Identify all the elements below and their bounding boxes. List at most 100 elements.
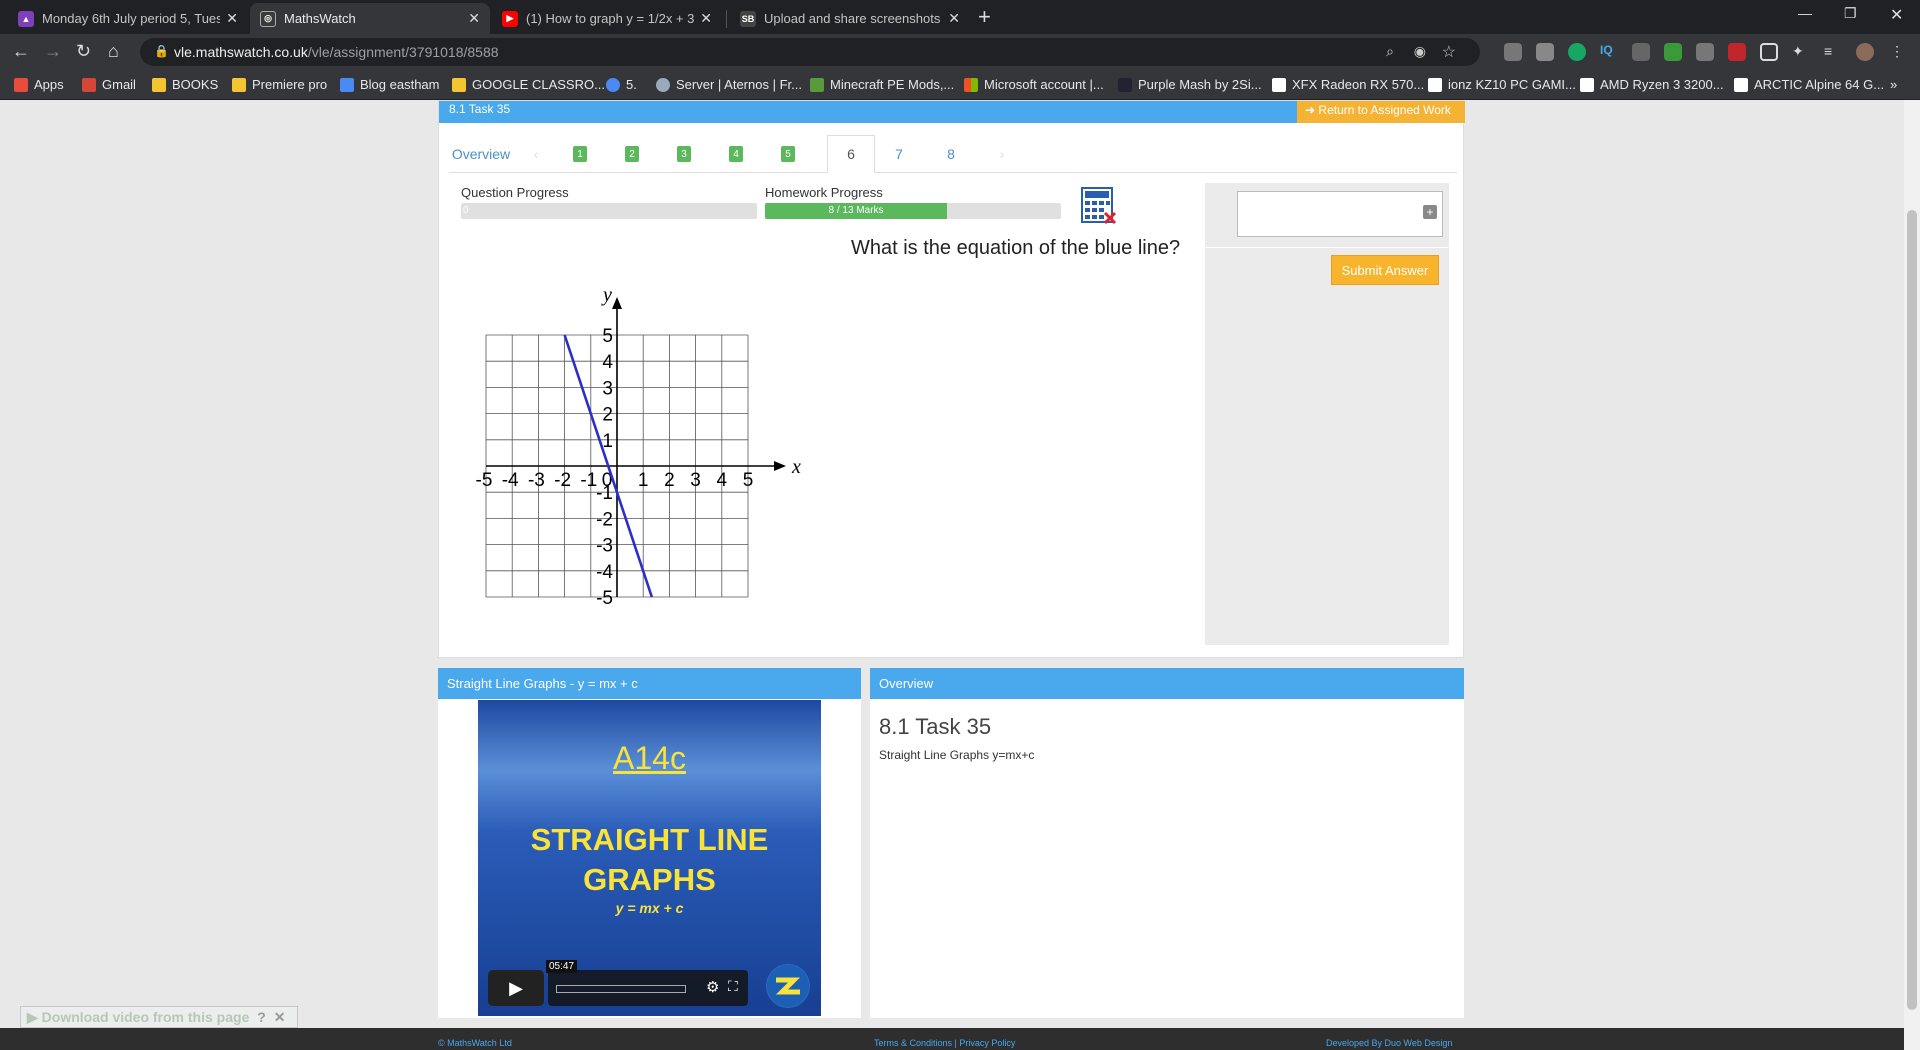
media-icon[interactable]: ≡ bbox=[1824, 43, 1842, 61]
help-icon[interactable]: ? bbox=[257, 1009, 266, 1025]
video-formula: y = mx + c bbox=[615, 900, 684, 916]
bookmark-item[interactable]: Purple Mash by 2Si... bbox=[1118, 77, 1262, 92]
bookmark-folder[interactable]: Premiere pro bbox=[232, 77, 327, 92]
back-icon[interactable]: ← bbox=[12, 41, 30, 62]
puzzle-icon[interactable]: ✦ bbox=[1792, 43, 1810, 61]
address-bar[interactable]: 🔒 vle.mathswatch.co.uk/vle/assignment/37… bbox=[140, 38, 1480, 66]
menu-icon[interactable]: ⋮ bbox=[1890, 43, 1908, 61]
divider bbox=[1205, 247, 1449, 248]
bookmark-item[interactable]: Blog eastham bbox=[340, 77, 440, 92]
minimize-icon[interactable]: — bbox=[1798, 5, 1812, 21]
new-tab-button[interactable]: + bbox=[978, 4, 991, 30]
overview-panel-title: Overview bbox=[870, 668, 1464, 699]
extension-icon[interactable] bbox=[1504, 43, 1522, 61]
forward-icon[interactable]: → bbox=[44, 41, 62, 62]
tab-question-6[interactable]: 6 bbox=[827, 135, 875, 173]
x-tick-label: 4 bbox=[717, 470, 728, 491]
bookmark-item[interactable]: GOOGLE CLASSRO... bbox=[452, 77, 605, 92]
page-content: 8.1 Task 35 ➜ Return to Assigned Work Ov… bbox=[0, 100, 1904, 1050]
bookmark-item[interactable]: ARCTIC Alpine 64 G... bbox=[1734, 77, 1884, 92]
tab-question-7[interactable]: 7 bbox=[889, 135, 909, 173]
tracking-icon[interactable]: ◉ bbox=[1414, 43, 1426, 60]
bookmark-apps[interactable]: Apps bbox=[14, 77, 64, 92]
bookmark-item[interactable]: Minecraft PE Mods,... bbox=[810, 77, 954, 92]
return-to-assigned-work-button[interactable]: ➜ Return to Assigned Work bbox=[1297, 101, 1465, 123]
scrollbar-thumb[interactable] bbox=[1907, 210, 1917, 1010]
aternos-icon bbox=[656, 77, 670, 92]
page-scrollbar[interactable] bbox=[1904, 100, 1920, 1050]
submit-answer-button[interactable]: Submit Answer bbox=[1331, 255, 1439, 285]
x-tick-label: -2 bbox=[554, 470, 571, 491]
restore-icon[interactable]: ❐ bbox=[1844, 5, 1857, 22]
footer-links[interactable]: Terms & Conditions | Privacy Policy bbox=[874, 1038, 1015, 1048]
bookmark-gmail[interactable]: Gmail bbox=[82, 77, 136, 92]
tab-question-3[interactable]: 3 bbox=[677, 135, 691, 173]
browser-tab-title: (1) How to graph y = 1/2x + 3 - Y bbox=[526, 11, 695, 26]
tab-question-4[interactable]: 4 bbox=[729, 135, 743, 173]
footer-developer[interactable]: Developed By Duo Web Design bbox=[1326, 1038, 1452, 1048]
vimeo-logo-icon[interactable] bbox=[766, 964, 810, 1008]
video-player[interactable]: A14c STRAIGHT LINE GRAPHS y = mx + c ▶ 0… bbox=[478, 700, 821, 1016]
reload-icon[interactable]: ↻ bbox=[76, 41, 91, 62]
close-window-icon[interactable]: ✕ bbox=[1890, 5, 1903, 25]
fullscreen-icon[interactable]: ⛶ bbox=[728, 978, 738, 995]
extension-icon[interactable] bbox=[1664, 43, 1682, 61]
bookmarks-overflow-icon[interactable]: » bbox=[1890, 77, 1897, 92]
bookmark-label: Server | Aternos | Fr... bbox=[676, 77, 802, 92]
close-icon[interactable]: ✕ bbox=[274, 1009, 286, 1025]
play-button[interactable]: ▶ bbox=[488, 970, 544, 1006]
tab-question-5[interactable]: 5 bbox=[781, 135, 795, 173]
video-seek-bar[interactable] bbox=[556, 985, 686, 993]
bookmark-item[interactable]: Microsoft account |... bbox=[964, 77, 1104, 92]
browser-tab-title: Monday 6th July period 5, Tuesd bbox=[42, 11, 221, 26]
question-progress-bar: 0 bbox=[461, 203, 757, 219]
zoom-icon[interactable]: ⌕ bbox=[1386, 43, 1394, 60]
bookmark-folder[interactable]: BOOKS bbox=[152, 77, 218, 92]
shield-icon[interactable] bbox=[1632, 43, 1650, 61]
footer-copyright: © MathsWatch Ltd bbox=[438, 1038, 512, 1048]
bookmark-label: Blog eastham bbox=[360, 77, 440, 92]
calculator-icon[interactable] bbox=[1081, 187, 1117, 225]
y-axis-arrow bbox=[612, 297, 622, 309]
camera-icon[interactable] bbox=[1760, 43, 1778, 61]
browser-tab[interactable]: ▲ Monday 6th July period 5, Tuesd ✕ bbox=[8, 3, 248, 34]
adblock-icon[interactable] bbox=[1728, 43, 1746, 61]
extension-icon[interactable] bbox=[1536, 43, 1554, 61]
close-tab-icon[interactable]: ✕ bbox=[468, 10, 480, 27]
answer-input[interactable] bbox=[1237, 191, 1443, 237]
bookmark-item[interactable]: 5. bbox=[606, 77, 637, 92]
close-tab-icon[interactable]: ✕ bbox=[700, 10, 712, 27]
bookmark-item[interactable]: AMD Ryzen 3 3200... bbox=[1580, 77, 1724, 92]
x-tick-label: 1 bbox=[638, 470, 649, 491]
question-progress-value: 0 bbox=[463, 205, 469, 216]
download-video-bar[interactable]: ▶ Download video from this page ? ✕ bbox=[20, 1006, 298, 1028]
close-tab-icon[interactable]: ✕ bbox=[226, 10, 238, 27]
browser-tab[interactable]: ▶ (1) How to graph y = 1/2x + 3 - Y ✕ bbox=[492, 3, 722, 34]
bookmark-item[interactable]: Server | Aternos | Fr... bbox=[656, 77, 802, 92]
x-axis-label: x bbox=[791, 456, 801, 478]
browser-tab[interactable]: SB Upload and share screenshots an ✕ bbox=[730, 3, 970, 34]
tab-question-1[interactable]: 1 bbox=[573, 135, 587, 173]
overview-task-title: 8.1 Task 35 bbox=[879, 714, 992, 739]
amazon-icon bbox=[1272, 77, 1286, 92]
settings-icon[interactable]: ⚙ bbox=[706, 978, 719, 996]
grammarly-icon[interactable] bbox=[1568, 43, 1586, 61]
bookmark-star-icon[interactable]: ☆ bbox=[1442, 42, 1456, 62]
x-tick-label: -3 bbox=[528, 470, 545, 491]
tab-overview[interactable]: Overview bbox=[451, 135, 511, 173]
avatar[interactable] bbox=[1856, 43, 1874, 61]
play-small-icon: ▶ bbox=[27, 1009, 38, 1025]
close-tab-icon[interactable]: ✕ bbox=[948, 10, 960, 27]
tab-question-2[interactable]: 2 bbox=[625, 135, 639, 173]
extension-icon[interactable] bbox=[1696, 43, 1714, 61]
browser-tab-active[interactable]: ◎ MathsWatch ✕ bbox=[250, 3, 490, 34]
bookmark-item[interactable]: ionz KZ10 PC GAMI... bbox=[1428, 77, 1576, 92]
screenshot-site-icon: SB bbox=[740, 10, 756, 27]
home-icon[interactable]: ⌂ bbox=[108, 41, 119, 62]
browser-toolbar: ← → ↻ ⌂ 🔒 vle.mathswatch.co.uk/vle/assig… bbox=[0, 34, 1920, 70]
tab-question-8[interactable]: 8 bbox=[941, 135, 961, 173]
iq-icon[interactable]: IQ bbox=[1600, 43, 1618, 61]
gmail-icon bbox=[82, 77, 96, 92]
bookmark-item[interactable]: XFX Radeon RX 570... bbox=[1272, 77, 1424, 92]
insert-symbol-icon[interactable]: + bbox=[1423, 205, 1437, 219]
